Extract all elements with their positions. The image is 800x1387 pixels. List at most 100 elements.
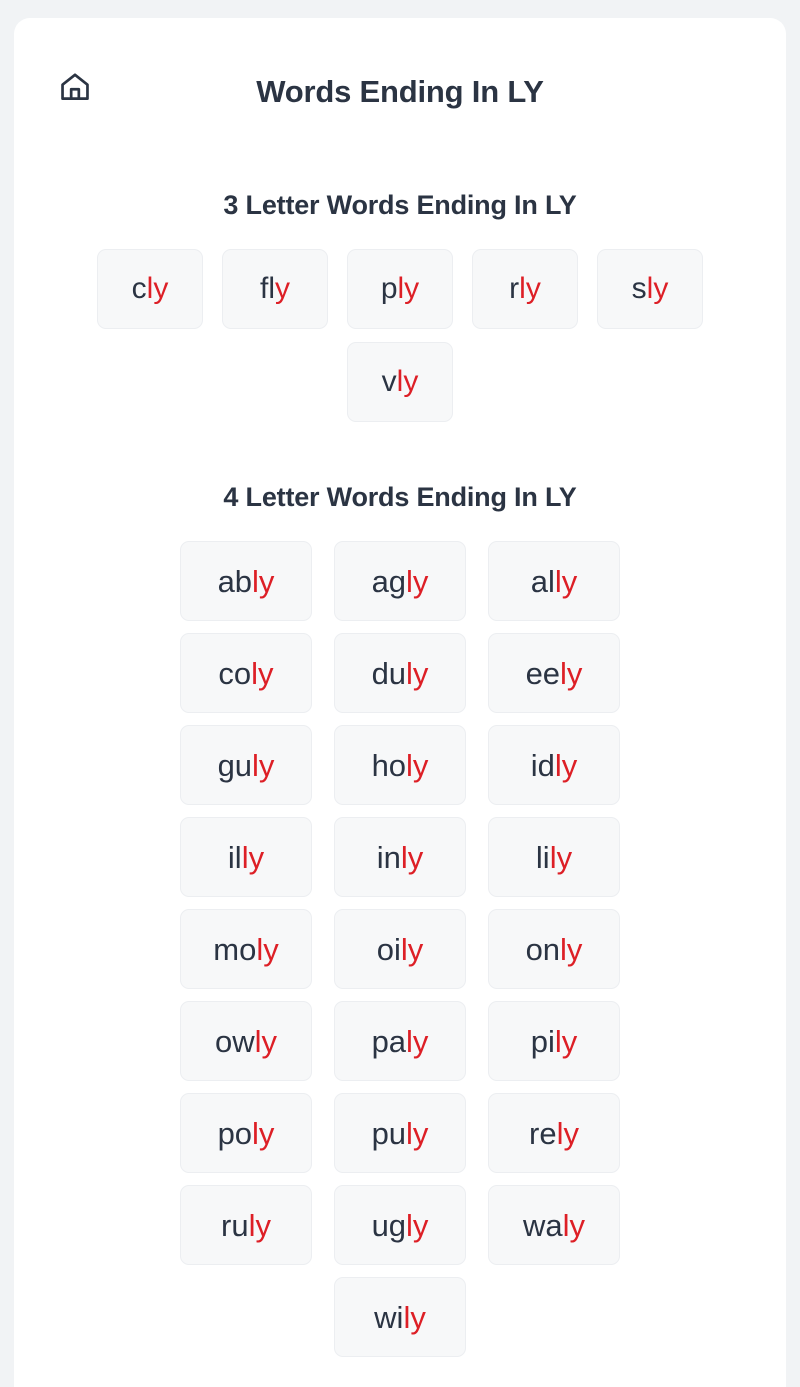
- word-stem: ee: [525, 655, 561, 691]
- word-stem: ag: [371, 563, 407, 599]
- word-chip[interactable]: on ly: [488, 909, 620, 989]
- word-chip[interactable]: ab ly: [180, 541, 312, 621]
- word-suffix: ly: [400, 931, 424, 967]
- word-suffix: ly: [554, 1023, 578, 1059]
- word-suffix: ly: [556, 1115, 579, 1151]
- word-chip[interactable]: pi ly: [488, 1001, 620, 1081]
- word-stem: li: [535, 839, 550, 875]
- word-suffix: ly: [406, 1115, 429, 1151]
- section-title: 3 Letter Words Ending In LY: [223, 190, 577, 220]
- word-stem: c: [131, 272, 147, 305]
- word-chip[interactable]: r ly: [472, 249, 578, 329]
- word-suffix: ly: [560, 655, 583, 691]
- word-stem: pi: [530, 1023, 555, 1059]
- word-chip[interactable]: mo ly: [180, 909, 312, 989]
- word-chip[interactable]: wi ly: [334, 1277, 466, 1357]
- word-suffix: ly: [256, 931, 279, 967]
- word-stem: ow: [214, 1023, 255, 1059]
- word-stem: re: [529, 1115, 557, 1151]
- word-suffix: ly: [248, 1207, 271, 1243]
- word-stem: mo: [213, 931, 257, 967]
- word-suffix: ly: [252, 747, 275, 783]
- word-grid-three-letter: c ly fl y p ly r ly s ly v ly: [14, 249, 786, 422]
- word-chip[interactable]: v ly: [347, 342, 453, 422]
- word-chip[interactable]: du ly: [334, 633, 466, 713]
- word-stem: pa: [371, 1023, 407, 1059]
- word-suffix: y: [275, 272, 290, 305]
- word-chip[interactable]: oi ly: [334, 909, 466, 989]
- content-card: Words Ending In LY 3 Letter Words Ending…: [14, 18, 786, 1387]
- word-chip[interactable]: c ly: [97, 249, 203, 329]
- word-chip[interactable]: wa ly: [488, 1185, 620, 1265]
- word-suffix: ly: [251, 655, 274, 691]
- word-stem: fl: [260, 272, 275, 305]
- word-stem: oi: [376, 931, 401, 967]
- word-chip[interactable]: ru ly: [180, 1185, 312, 1265]
- word-suffix: ly: [519, 272, 541, 305]
- word-suffix: ly: [397, 272, 420, 305]
- word-suffix: ly: [406, 563, 429, 599]
- page-root: Words Ending In LY 3 Letter Words Ending…: [0, 0, 800, 1387]
- page-title: Words Ending In LY: [256, 74, 544, 109]
- word-stem: ho: [371, 747, 407, 783]
- word-stem: r: [509, 272, 520, 305]
- word-suffix: ly: [396, 365, 419, 398]
- word-suffix: ly: [562, 1207, 586, 1243]
- word-suffix: ly: [146, 272, 169, 305]
- word-grid-four-letter: ab ly ag ly al ly co ly du ly ee ly gu ly ho ly id ly il ly…: [14, 541, 786, 1357]
- word-suffix: ly: [554, 563, 578, 599]
- word-suffix: ly: [560, 931, 583, 967]
- section-four-letter: 4 Letter Words Ending In LY ab ly ag ly al ly…: [14, 422, 786, 1357]
- word-stem: s: [631, 272, 647, 305]
- page-header: Words Ending In LY: [14, 18, 786, 128]
- word-suffix: ly: [241, 839, 265, 875]
- word-chip[interactable]: ow ly: [180, 1001, 312, 1081]
- word-stem: ug: [371, 1207, 407, 1243]
- word-chip[interactable]: ag ly: [334, 541, 466, 621]
- word-stem: al: [530, 563, 555, 599]
- word-stem: po: [217, 1115, 253, 1151]
- home-button[interactable]: [52, 64, 98, 110]
- word-chip[interactable]: pu ly: [334, 1093, 466, 1173]
- word-chip[interactable]: al ly: [488, 541, 620, 621]
- word-chip[interactable]: ug ly: [334, 1185, 466, 1265]
- home-icon: [58, 70, 92, 104]
- word-suffix: ly: [406, 1023, 429, 1059]
- word-chip[interactable]: pa ly: [334, 1001, 466, 1081]
- word-chip[interactable]: fl y: [222, 249, 328, 329]
- word-suffix: ly: [406, 1207, 429, 1243]
- word-stem: on: [525, 931, 561, 967]
- word-suffix: ly: [403, 1299, 426, 1335]
- section-three-letter: 3 Letter Words Ending In LY c ly fl y p ly r ly…: [14, 128, 786, 422]
- word-stem: du: [371, 655, 407, 691]
- word-stem: il: [227, 839, 242, 875]
- word-chip[interactable]: ho ly: [334, 725, 466, 805]
- word-stem: pu: [371, 1115, 407, 1151]
- word-suffix: ly: [400, 839, 424, 875]
- word-stem: in: [376, 839, 401, 875]
- word-stem: id: [530, 747, 555, 783]
- word-suffix: ly: [252, 563, 275, 599]
- word-suffix: ly: [406, 747, 429, 783]
- word-stem: p: [380, 272, 398, 305]
- word-stem: ab: [217, 563, 253, 599]
- word-suffix: ly: [252, 1115, 275, 1151]
- word-chip[interactable]: in ly: [334, 817, 466, 897]
- word-chip[interactable]: ee ly: [488, 633, 620, 713]
- word-suffix: ly: [254, 1023, 278, 1059]
- word-stem: wa: [522, 1207, 563, 1243]
- word-chip[interactable]: id ly: [488, 725, 620, 805]
- word-chip[interactable]: p ly: [347, 249, 453, 329]
- word-chip[interactable]: po ly: [180, 1093, 312, 1173]
- word-stem: co: [218, 655, 252, 691]
- word-chip[interactable]: li ly: [488, 817, 620, 897]
- word-suffix: ly: [406, 655, 429, 691]
- word-stem: v: [381, 365, 397, 398]
- word-chip[interactable]: co ly: [180, 633, 312, 713]
- word-chip[interactable]: s ly: [597, 249, 703, 329]
- word-chip[interactable]: re ly: [488, 1093, 620, 1173]
- word-stem: wi: [374, 1299, 404, 1335]
- word-chip[interactable]: gu ly: [180, 725, 312, 805]
- word-chip[interactable]: il ly: [180, 817, 312, 897]
- word-suffix: ly: [646, 272, 669, 305]
